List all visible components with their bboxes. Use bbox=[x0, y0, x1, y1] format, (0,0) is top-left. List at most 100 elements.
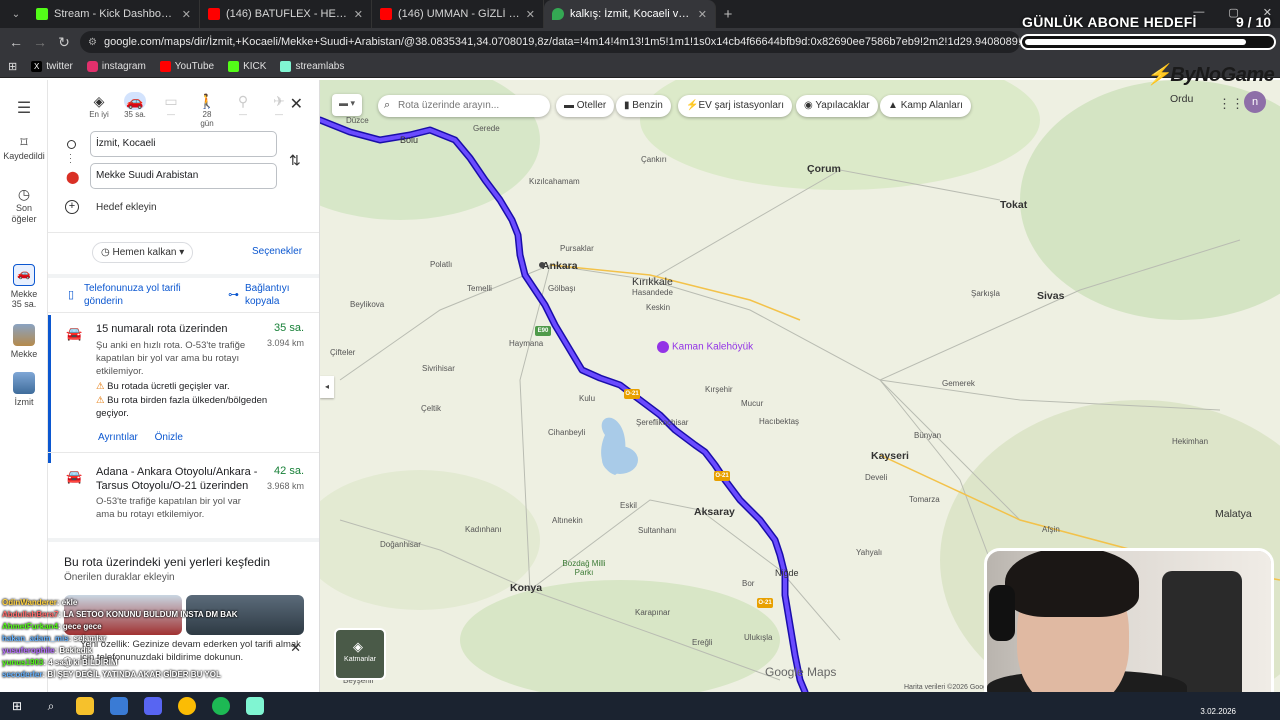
add-destination-label[interactable]: Hedef ekleyin bbox=[96, 202, 157, 213]
apps-grid-icon[interactable]: ⊞ bbox=[8, 60, 17, 73]
place-label: Afşin bbox=[1042, 525, 1060, 534]
bookmark-label: KICK bbox=[243, 61, 267, 72]
mode-walking[interactable]: 🚶 28 gün bbox=[196, 92, 218, 128]
copy-link-button[interactable]: Bağlantıyı kopyala bbox=[245, 282, 305, 308]
tab-close-icon[interactable]: ✕ bbox=[698, 8, 707, 21]
chrome-icon[interactable] bbox=[178, 697, 196, 715]
account-avatar[interactable]: n bbox=[1244, 91, 1266, 113]
mode-cycling[interactable]: ⚲ — bbox=[232, 92, 254, 128]
bookmark-icon: ⌑ bbox=[20, 134, 28, 150]
city-label: Kayseri bbox=[871, 450, 909, 462]
tab-google-maps[interactable]: kalkış: İzmit, Kocaeli varış: Mekk ✕ bbox=[544, 0, 716, 28]
place-label: Hacıbektaş bbox=[759, 417, 800, 426]
route-option-2[interactable]: 🚘 Adana - Ankara Otoyolu/Ankara - Tarsus… bbox=[48, 465, 319, 535]
recent-button[interactable]: ◷ Son öğeler bbox=[0, 186, 48, 225]
mode-transit[interactable]: ▭ — bbox=[160, 92, 182, 128]
tab-search-icon[interactable]: ⌄ bbox=[4, 3, 28, 25]
bookmarks-bar: ⊞ Xtwitter instagram YouTube KICK stream… bbox=[0, 56, 1280, 78]
bookmark-twitter[interactable]: Xtwitter bbox=[31, 61, 73, 72]
chat-text: : LA SETOO KONUNU BULDUM INSTA DM BAK bbox=[58, 610, 238, 619]
url-input[interactable]: ⚙ google.com/maps/dir/İzmit,+Kocaeli/Mek… bbox=[80, 31, 1020, 53]
recent-mekke[interactable]: Mekke bbox=[0, 324, 48, 359]
mode-label: — bbox=[275, 110, 283, 119]
chat-text: : selamlar bbox=[68, 634, 107, 643]
place-label: Ulukışla bbox=[744, 633, 773, 642]
taskbar-date: 3.02.2026 bbox=[1200, 707, 1236, 716]
place-label: Polatlı bbox=[430, 260, 453, 269]
reload-icon[interactable]: ↻ bbox=[52, 34, 76, 51]
send-to-phone-link[interactable]: Telefonunuza yol tarifi gönderin bbox=[84, 282, 194, 308]
map-type-toggle[interactable]: ▬ ▾ bbox=[332, 94, 362, 116]
streamlabs-icon[interactable] bbox=[246, 697, 264, 715]
chip-gas[interactable]: ▮ Benzin bbox=[616, 95, 671, 117]
windows-start-icon[interactable]: ⊞ bbox=[8, 697, 26, 715]
chip-things-to-do[interactable]: ◉ Yapılacaklar bbox=[796, 95, 878, 117]
bookmark-youtube[interactable]: YouTube bbox=[159, 61, 214, 72]
recent-mekke-route[interactable]: 🚗 Mekke 35 sa. bbox=[0, 264, 48, 309]
route-search-input[interactable]: ⌕ Rota üzerinde arayın... bbox=[378, 95, 550, 117]
chip-campgrounds[interactable]: ▲ Kamp Alanları bbox=[880, 95, 971, 117]
chip-hotels[interactable]: ▬ Oteller bbox=[556, 95, 615, 117]
saved-button[interactable]: ⌑ Kaydedildi bbox=[0, 134, 48, 161]
google-apps-icon[interactable]: ⋮⋮ bbox=[1218, 96, 1244, 112]
car-route-icon: 🚗 bbox=[13, 264, 35, 286]
route-option-1[interactable]: 🚘 15 numaralı rota üzerinden 35 sa. 3.09… bbox=[48, 322, 319, 462]
streamlabs-icon bbox=[280, 61, 292, 72]
place-label: Gemerek bbox=[942, 379, 975, 388]
recent-izmit[interactable]: İzmit bbox=[0, 372, 48, 407]
route-description: O-53'te trafiğe kapatılan bir yol var am… bbox=[96, 496, 241, 520]
tab-close-icon[interactable]: ✕ bbox=[526, 8, 535, 21]
chat-message: yunus1903: 4 saat ki BİLDİRİM bbox=[2, 657, 302, 669]
place-label: Düzce bbox=[346, 116, 369, 125]
bookmark-instagram[interactable]: instagram bbox=[86, 61, 146, 72]
preview-button[interactable]: Önizle bbox=[155, 432, 183, 443]
mode-best[interactable]: ◈ En iyi bbox=[88, 92, 110, 128]
warning-text: Bu rota birden fazla ülkeden/bölgeden ge… bbox=[96, 395, 268, 419]
route-options-button[interactable]: Seçenekler bbox=[252, 246, 302, 257]
tab-youtube-batuflex[interactable]: (146) BATUFLEX - HERMES 2.0 / ✕ bbox=[200, 0, 372, 28]
tent-icon: ▲ bbox=[888, 100, 901, 111]
tab-close-icon[interactable]: ✕ bbox=[354, 8, 363, 21]
file-explorer-icon[interactable] bbox=[76, 697, 94, 715]
place-label: Kızılcahamam bbox=[529, 177, 580, 186]
destination-input[interactable]: Mekke Suudi Arabistan bbox=[90, 163, 277, 189]
discord-icon[interactable] bbox=[144, 697, 162, 715]
castle-poi[interactable]: Kaman Kalehöyük bbox=[657, 341, 753, 353]
tab-close-icon[interactable]: ✕ bbox=[182, 8, 191, 21]
place-label: Kulu bbox=[579, 394, 596, 403]
depart-time-dropdown[interactable]: ◷ Hemen kalkan ▾ bbox=[92, 242, 194, 263]
origin-input[interactable]: İzmit, Kocaeli bbox=[90, 131, 277, 157]
city-label: Ankara bbox=[542, 260, 578, 272]
webcam-feed bbox=[984, 548, 1274, 706]
search-icon[interactable]: ⌕ bbox=[42, 697, 60, 715]
details-button[interactable]: Ayrıntılar bbox=[98, 432, 138, 443]
chip-ev-charging[interactable]: ⚡EV şarj istasyonları bbox=[678, 95, 793, 117]
mode-driving[interactable]: 🚗 35 sa. bbox=[124, 92, 146, 128]
chip-label: Yapılacaklar bbox=[815, 100, 870, 111]
chat-message: yusuferophile: Bekledik bbox=[2, 645, 302, 657]
place-label: Şereflikoçhisar bbox=[636, 418, 689, 427]
mode-label: En iyi bbox=[89, 110, 109, 119]
forward-arrow-icon[interactable]: → bbox=[28, 34, 52, 50]
app-icon[interactable] bbox=[110, 697, 128, 715]
close-directions-icon[interactable]: ✕ bbox=[290, 94, 303, 114]
bookmark-kick[interactable]: KICK bbox=[228, 61, 266, 72]
layers-button[interactable]: ◈ Katmanlar bbox=[334, 628, 386, 680]
collapse-panel-button[interactable]: ◂ bbox=[320, 376, 334, 398]
add-destination-icon[interactable]: + bbox=[65, 200, 79, 214]
mode-flight[interactable]: ✈ — bbox=[268, 92, 290, 128]
city-label: Ordu bbox=[1170, 93, 1194, 105]
swap-directions-icon[interactable]: ⇅ bbox=[289, 152, 301, 169]
place-label: Bor bbox=[742, 579, 755, 588]
izmit-thumbnail bbox=[13, 372, 35, 394]
tab-kick-dashboard[interactable]: Stream - Kick Dashboard ✕ bbox=[28, 0, 200, 28]
bookmark-streamlabs[interactable]: streamlabs bbox=[280, 61, 344, 72]
chat-text: : Bİ ŞEY DEĞİL YATINDA AKAR GİDER BU YOL bbox=[42, 670, 221, 679]
spotify-icon[interactable] bbox=[212, 697, 230, 715]
tab-youtube-umman[interactable]: (146) UMMAN - GİZLİ GENİŞ ✕ bbox=[372, 0, 544, 28]
menu-button[interactable]: ☰ bbox=[0, 98, 48, 118]
chip-label: Oteller bbox=[576, 100, 607, 111]
site-info-icon[interactable]: ⚙ bbox=[88, 37, 97, 48]
back-arrow-icon[interactable]: ← bbox=[4, 34, 28, 50]
new-tab-button[interactable]: + bbox=[716, 6, 740, 23]
